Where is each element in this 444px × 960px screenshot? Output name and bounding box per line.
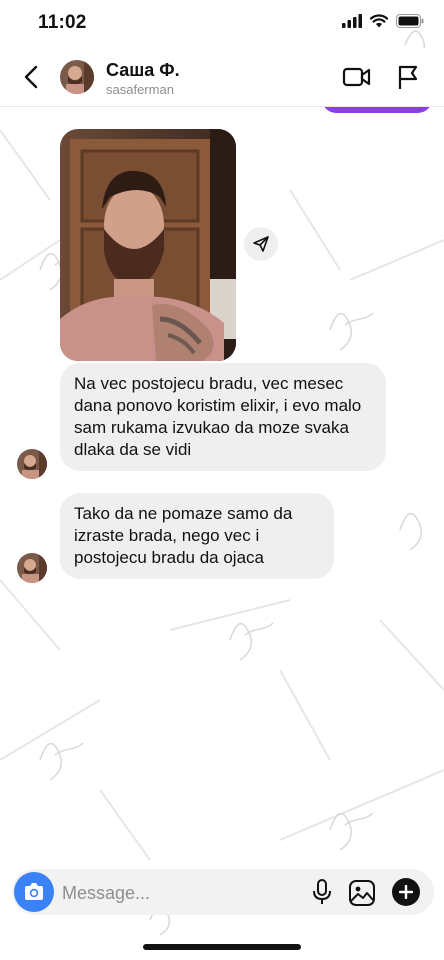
sender-avatar[interactable] — [17, 553, 47, 583]
image-icon — [349, 880, 375, 906]
back-button[interactable] — [16, 62, 46, 92]
chevron-left-icon — [24, 65, 38, 89]
plus-icon — [399, 885, 413, 899]
status-time: 11:02 — [38, 12, 87, 33]
message-composer — [12, 869, 434, 915]
sender-avatar[interactable] — [17, 449, 47, 479]
message-thread[interactable]: Na vec postojecu bradu, vec mesec dana p… — [0, 107, 444, 867]
microphone-icon — [313, 879, 331, 904]
video-call-button[interactable] — [342, 64, 372, 90]
sent-message-bubble-edge — [322, 107, 432, 113]
contact-name[interactable]: Саша Ф. — [106, 60, 180, 81]
status-icons — [342, 14, 424, 28]
add-content-button[interactable] — [392, 878, 420, 906]
received-message-bubble[interactable]: Na vec postojecu bradu, vec mesec dana p… — [60, 363, 386, 471]
home-indicator[interactable] — [143, 944, 301, 950]
chat-header: Саша Ф. sasaferman — [0, 48, 444, 107]
contact-username: sasaferman — [106, 82, 174, 97]
avatar-image — [60, 60, 94, 94]
message-input[interactable] — [60, 877, 294, 909]
status-bar: 11:02 — [0, 0, 444, 48]
camera-button[interactable] — [14, 872, 54, 912]
video-camera-icon — [342, 67, 371, 87]
photo-image — [60, 129, 236, 361]
received-message-bubble[interactable]: Tako da ne pomaze samo da izraste brada,… — [60, 493, 334, 579]
gallery-button[interactable] — [348, 879, 376, 907]
battery-icon — [396, 14, 424, 28]
microphone-button[interactable] — [310, 878, 334, 906]
camera-icon — [25, 883, 43, 900]
avatar-image — [17, 449, 47, 479]
share-photo-button[interactable] — [244, 227, 278, 261]
wifi-icon — [370, 14, 388, 28]
contact-avatar[interactable] — [60, 60, 94, 94]
flag-icon — [398, 65, 418, 89]
photo-message[interactable] — [60, 129, 236, 361]
avatar-image — [17, 553, 47, 583]
report-flag-button[interactable] — [396, 64, 420, 90]
share-send-icon — [253, 236, 269, 252]
signal-icon — [342, 14, 362, 28]
